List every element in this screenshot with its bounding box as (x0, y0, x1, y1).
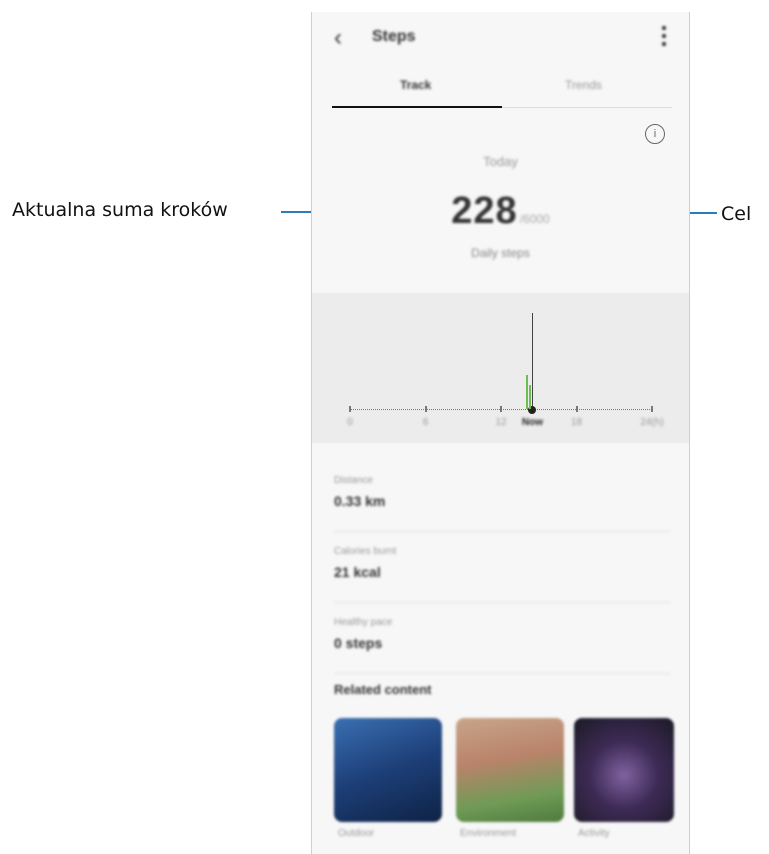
now-marker-line (532, 313, 534, 411)
chevron-left-icon[interactable]: ‹ (334, 26, 342, 50)
chart-tick (575, 406, 578, 412)
stat-value: 21 kcal (334, 564, 381, 580)
related-item-label: Environment (460, 828, 517, 839)
stat-distance[interactable]: Distance 0.33 km (334, 461, 670, 532)
page-title: Steps (372, 28, 416, 45)
current-steps-count: 228 (451, 190, 518, 232)
chart-tick-label: 18 (570, 417, 583, 428)
stat-value: 0.33 km (334, 493, 386, 509)
stat-label: Calories burnt (334, 546, 397, 557)
related-thumbnail[interactable] (456, 718, 564, 822)
stat-healthy-pace[interactable]: Healthy pace 0 steps (334, 603, 670, 674)
chart-tick (651, 406, 653, 412)
chart-tick (349, 406, 351, 412)
chart-tick (500, 406, 502, 412)
info-icon[interactable]: i (645, 124, 665, 144)
stat-label: Distance (334, 475, 373, 486)
callout-goal: Cel (721, 203, 752, 225)
chart-tick-label: 24(h) (640, 417, 664, 428)
related-thumbnail[interactable] (334, 718, 442, 822)
callout-current-steps: Aktualna suma kroków (12, 199, 228, 221)
related-content-title: Related content (334, 682, 432, 697)
steps-chart: 0 6 12 Now 18 24(h) (312, 293, 689, 443)
chart-tick-label: 12 (495, 417, 507, 428)
phone-screen: ‹ Steps Track Trends i Today 228/6000 Da… (311, 12, 690, 854)
chart-tick (424, 406, 427, 412)
related-item-label: Outdoor (338, 828, 375, 839)
stat-value: 0 steps (334, 635, 383, 651)
related-thumbnail[interactable] (574, 718, 674, 822)
related-item-label: Activity (578, 828, 610, 839)
period-label: Today (483, 154, 518, 169)
active-tab-indicator (332, 106, 502, 108)
tab-divider (502, 107, 672, 108)
app-header: ‹ Steps (312, 12, 689, 67)
chart-tick-label: 0 (347, 417, 353, 428)
chart-bar (528, 384, 531, 409)
steps-summary: 228/6000 (312, 190, 689, 233)
daily-steps-label: Daily steps (471, 246, 530, 260)
stat-label: Healthy pace (334, 617, 393, 628)
chart-tick-label: 6 (422, 417, 429, 428)
chart-tick-label: Now (521, 417, 543, 428)
tab-track[interactable]: Track (400, 78, 431, 92)
steps-goal: /6000 (519, 212, 550, 226)
tab-trends[interactable]: Trends (565, 78, 602, 92)
more-vertical-icon[interactable] (661, 26, 667, 50)
stat-calories[interactable]: Calories burnt 21 kcal (334, 532, 670, 603)
